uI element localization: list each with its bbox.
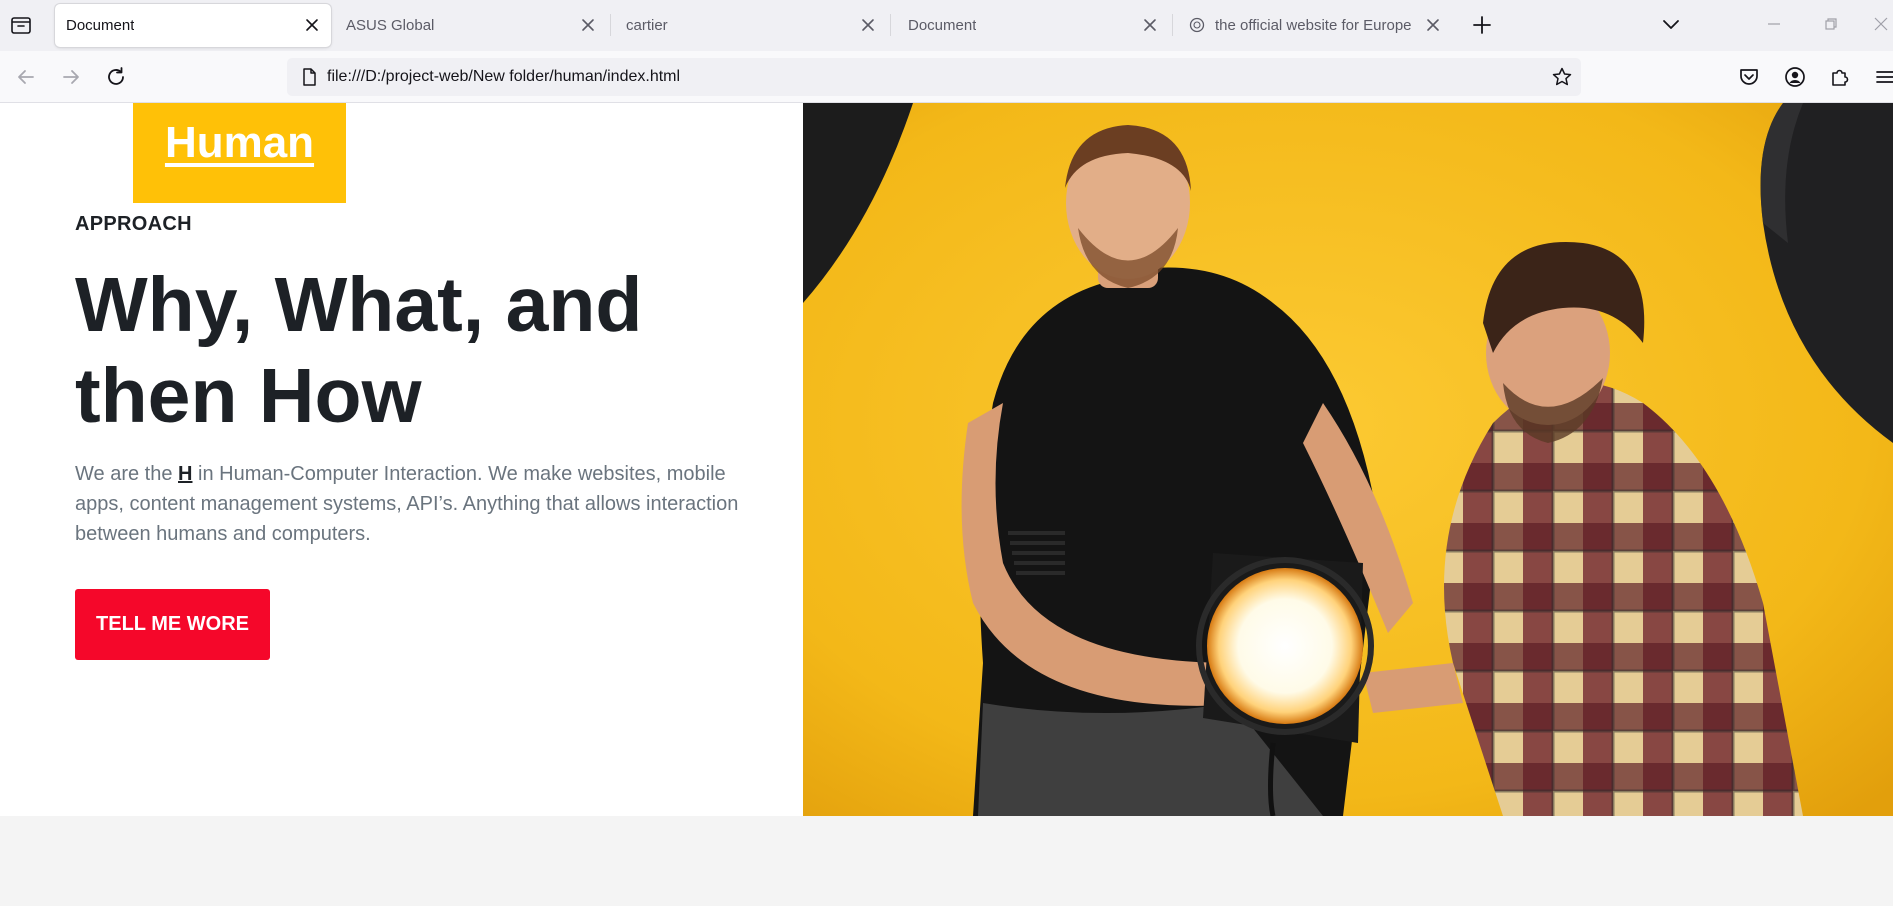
puzzle-icon[interactable] [1828,65,1852,89]
pocket-icon[interactable] [1737,65,1761,89]
hero-headline: Why, What, and then How [75,260,715,442]
tab-list-icon[interactable] [10,14,32,36]
tell-me-more-button[interactable]: TELL ME WORE [75,589,270,660]
logo[interactable]: Human [133,103,346,203]
tab-asus-global[interactable]: ASUS Global [335,4,607,47]
minimize-icon[interactable] [1762,12,1786,36]
navigation-toolbar: file:///D:/project-web/New folder/human/… [0,51,1893,103]
globe-favicon-icon [1189,17,1205,33]
hero-description: We are the H in Human-Computer Interacti… [75,459,765,549]
close-icon[interactable] [303,16,321,34]
section-eyebrow: APPROACH [75,213,192,235]
hamburger-icon[interactable] [1873,65,1893,89]
headline-line-1: Why, What, and [75,262,643,348]
close-icon[interactable] [1141,16,1159,34]
restore-icon[interactable] [1819,12,1843,36]
close-icon[interactable] [579,16,597,34]
tab-document-active[interactable]: Document [55,4,331,47]
tab-separator [890,14,891,36]
url-bar[interactable]: file:///D:/project-web/New folder/human/… [287,58,1581,96]
description-highlight: H [178,463,193,485]
logo-text[interactable]: Human [133,118,346,168]
tab-document[interactable]: Document [897,4,1169,47]
tab-title: cartier [626,17,668,34]
tab-separator [610,14,611,36]
tab-cartier[interactable]: cartier [615,4,887,47]
tab-title: ASUS Global [346,17,435,34]
tab-european-site[interactable]: the official website for Europe [1180,4,1452,47]
tab-separator [1172,14,1173,36]
plus-icon[interactable] [1469,12,1495,38]
hero-photo [803,103,1893,816]
chevron-down-icon[interactable] [1659,12,1683,36]
page-viewport: Human APPROACH Why, What, and then How W… [0,103,1893,906]
hero-section: Human APPROACH Why, What, and then How W… [0,103,1893,816]
close-icon[interactable] [1424,16,1442,34]
tab-title: the official website for Europe [1215,17,1412,34]
tab-title: Document [908,17,977,34]
window-close-icon[interactable] [1869,12,1893,36]
headline-line-2: then How [75,353,422,439]
tab-bar: Document ASUS Global cartier Document th… [0,0,1893,51]
account-icon[interactable] [1783,65,1807,89]
reload-icon[interactable] [104,65,128,89]
star-icon[interactable] [1551,66,1573,88]
close-icon[interactable] [859,16,877,34]
arrow-left-icon[interactable] [14,65,38,89]
arrow-right-icon[interactable] [59,65,83,89]
description-prefix: We are the [75,463,179,485]
url-text[interactable]: file:///D:/project-web/New folder/human/… [327,68,680,86]
tab-title: Document [66,17,135,34]
file-icon [303,68,316,86]
